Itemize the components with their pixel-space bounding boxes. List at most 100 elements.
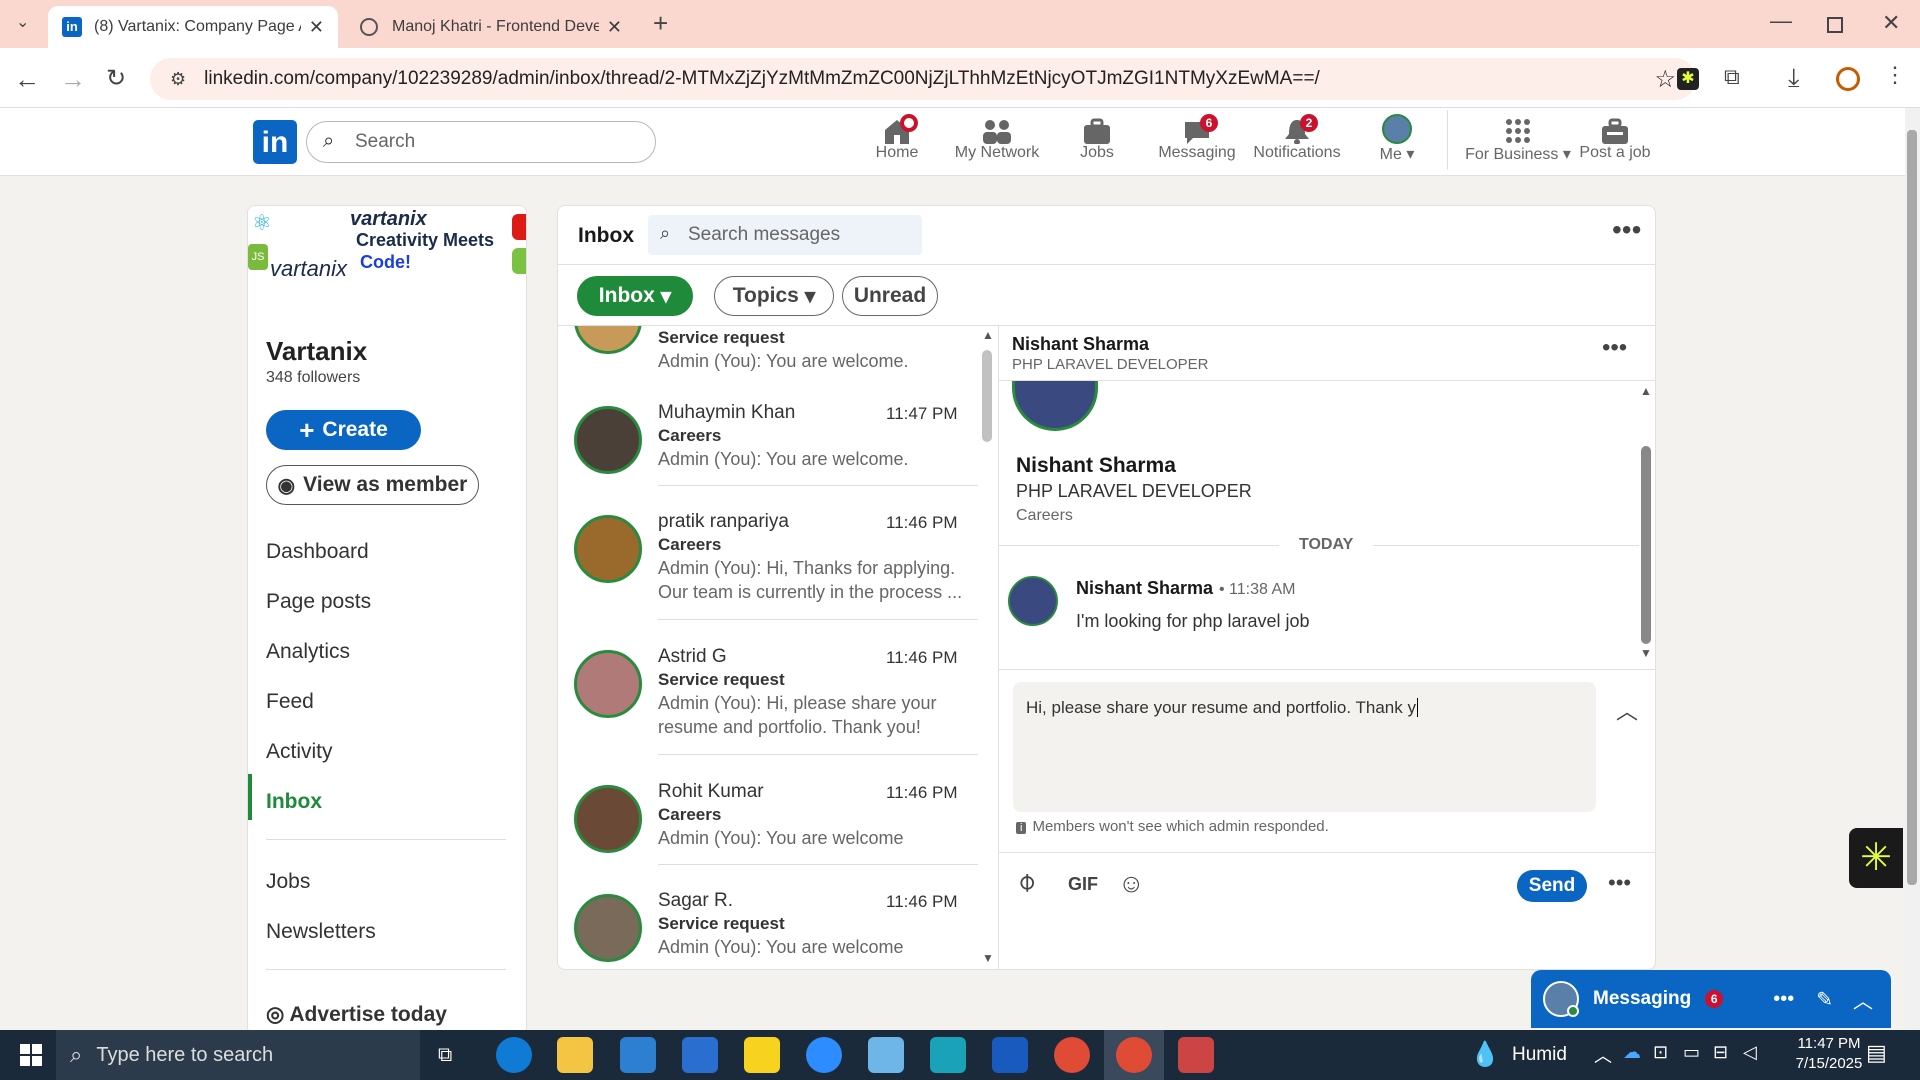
app-icon[interactable] <box>930 1037 966 1073</box>
nav-for-business[interactable]: For Business ▾ <box>1463 114 1573 164</box>
conversation-item[interactable]: Rohit Kumar 11:46 PM Careers Admin (You)… <box>558 781 978 895</box>
sender-avatar[interactable] <box>1008 576 1058 626</box>
sidebar-item-page-posts[interactable]: Page posts <box>266 590 371 614</box>
sidebar-item-activity[interactable]: Activity <box>266 740 333 764</box>
back-icon[interactable]: ← <box>14 64 40 95</box>
sidebar-item-inbox[interactable]: Inbox <box>266 790 322 814</box>
nav-home[interactable]: Home <box>847 114 947 162</box>
weather-icon[interactable]: 💧 <box>1470 1040 1500 1069</box>
compose-textarea[interactable]: Hi, please share your resume and portfol… <box>1013 682 1596 812</box>
sidebar-item-dashboard[interactable]: Dashboard <box>266 540 369 564</box>
sidebar-item-jobs[interactable]: Jobs <box>266 870 310 894</box>
close-tab-icon[interactable]: ✕ <box>607 17 622 38</box>
sidebar-item-analytics[interactable]: Analytics <box>266 640 350 664</box>
app-icon[interactable] <box>868 1037 904 1073</box>
filter-topics[interactable]: Topics ▾ <box>714 276 834 316</box>
mail-icon[interactable] <box>682 1037 718 1073</box>
more-options-icon[interactable]: ••• <box>1612 214 1641 246</box>
list-scrollbar[interactable] <box>982 350 992 442</box>
gif-button[interactable]: GIF <box>1068 874 1098 895</box>
send-button[interactable]: Send <box>1517 870 1587 902</box>
conversation-item[interactable]: Astrid G 11:46 PM Service request Admin … <box>558 646 978 785</box>
battery-icon[interactable]: ▭ <box>1683 1042 1700 1063</box>
conversation-item[interactable]: Sagar R. 11:46 PM Service request Admin … <box>558 890 978 969</box>
nav-post-job[interactable]: Post a job <box>1565 114 1665 162</box>
site-info-icon[interactable]: ⚙ <box>170 69 186 90</box>
nav-my-network[interactable]: My Network <box>947 114 1047 162</box>
close-tab-icon[interactable]: ✕ <box>309 17 324 38</box>
notification-center-icon[interactable]: ▤ <box>1866 1040 1887 1066</box>
windows-start-icon[interactable] <box>20 1044 42 1071</box>
nav-me[interactable]: Me ▾ <box>1347 114 1447 164</box>
scroll-down-icon[interactable]: ▼ <box>1640 646 1652 660</box>
more-options-icon[interactable]: ••• <box>1773 988 1794 1011</box>
chrome-icon[interactable] <box>1116 1037 1152 1073</box>
conversation-item[interactable]: pratik ranpariya 11:46 PM Careers Admin … <box>558 511 978 650</box>
maximize-icon[interactable] <box>1827 17 1843 33</box>
nav-notifications[interactable]: 2 Notifications <box>1247 114 1347 162</box>
extension-icon[interactable]: ✱ <box>1677 68 1699 90</box>
minimize-icon[interactable]: — <box>1770 8 1792 34</box>
weather-text[interactable]: Humid <box>1512 1044 1567 1066</box>
new-tab-icon[interactable]: + <box>653 8 668 39</box>
app-icon[interactable] <box>1178 1037 1214 1073</box>
tab-search-icon[interactable]: ⌄ <box>16 12 29 32</box>
network-icon[interactable]: ⊟ <box>1713 1042 1728 1063</box>
scroll-up-icon[interactable]: ▲ <box>982 328 994 342</box>
reload-icon[interactable]: ↻ <box>106 64 126 93</box>
volume-icon[interactable]: ◁ <box>1743 1042 1757 1063</box>
filter-unread[interactable]: Unread <box>842 276 938 316</box>
chrome-icon[interactable] <box>1054 1037 1090 1073</box>
thread-more-icon[interactable]: ••• <box>1602 334 1627 362</box>
emoji-icon[interactable]: ☺ <box>1118 868 1145 899</box>
scroll-up-icon[interactable]: ▲ <box>1640 384 1652 398</box>
global-search-input[interactable]: ⌕ Search <box>306 121 656 163</box>
close-window-icon[interactable]: ✕ <box>1882 10 1900 36</box>
edge-icon[interactable] <box>496 1037 532 1073</box>
sidebar-item-newsletters[interactable]: Newsletters <box>266 920 376 944</box>
taskbar-search[interactable]: ⌕ Type here to search <box>56 1030 420 1080</box>
message-sender[interactable]: Nishant Sharma <box>1076 578 1213 599</box>
profile-icon[interactable] <box>1836 67 1860 91</box>
sidebar-item-feed[interactable]: Feed <box>266 690 314 714</box>
filter-inbox[interactable]: Inbox ▾ <box>577 276 693 316</box>
attachment-icon[interactable]: ⌀ <box>1009 865 1042 898</box>
bookmark-star-icon[interactable]: ☆ <box>1654 65 1676 94</box>
assistant-widget-icon[interactable]: ✳ <box>1849 828 1903 888</box>
browser-menu-icon[interactable]: ⋮ <box>1884 62 1906 88</box>
scroll-down-icon[interactable]: ▼ <box>982 951 994 965</box>
conversation-item[interactable]: Service request Admin (You): You are wel… <box>558 326 978 381</box>
tray-app-icon[interactable]: ⊡ <box>1653 1042 1668 1063</box>
extensions-puzzle-icon[interactable]: ⧉ <box>1724 64 1740 90</box>
messaging-dock[interactable]: Messaging 6 ••• ✎ ︿ <box>1531 970 1891 1028</box>
expand-chevron-icon[interactable]: ︿ <box>1616 694 1638 726</box>
download-icon[interactable]: ⤓ <box>1788 62 1800 94</box>
nav-jobs[interactable]: Jobs <box>1047 114 1147 162</box>
url-field[interactable]: ⚙ linkedin.com/company/102239289/admin/i… <box>150 58 1696 100</box>
compose-icon[interactable]: ✎ <box>1816 987 1833 1012</box>
linkedin-logo[interactable]: in <box>253 120 297 164</box>
tray-chevron-icon[interactable]: ︿ <box>1594 1042 1612 1068</box>
page-scrollbar-thumb[interactable] <box>1907 130 1917 885</box>
sticky-notes-icon[interactable] <box>744 1037 780 1073</box>
browser-tab[interactable]: Manoj Khatri - Frontend Develo ✕ <box>346 6 636 48</box>
thread-header-name[interactable]: Nishant Sharma <box>1012 334 1149 355</box>
zoom-icon[interactable] <box>806 1037 842 1073</box>
company-name[interactable]: Vartanix <box>266 336 367 367</box>
message-search-input[interactable]: ⌕ Search messages <box>648 215 922 255</box>
file-explorer-icon[interactable] <box>557 1037 593 1073</box>
browser-tab-active[interactable]: in (8) Vartanix: Company Page Ad ✕ <box>48 6 338 48</box>
thread-scrollbar[interactable] <box>1641 446 1651 644</box>
store-icon[interactable] <box>620 1037 656 1073</box>
chevron-up-icon[interactable]: ︿ <box>1853 985 1873 1014</box>
view-as-member-button[interactable]: ◉ View as member <box>266 465 479 505</box>
advertise-link[interactable]: ◎ Advertise today <box>266 1002 447 1027</box>
conversation-item[interactable]: Muhaymin Khan 11:47 PM Careers Admin (Yo… <box>558 402 978 516</box>
nav-messaging[interactable]: 6 Messaging <box>1147 114 1247 162</box>
task-view-icon[interactable]: ⧉ <box>438 1044 452 1067</box>
word-icon[interactable] <box>992 1037 1028 1073</box>
create-button[interactable]: + Create <box>266 410 421 450</box>
send-options-icon[interactable]: ••• <box>1608 870 1631 896</box>
clock[interactable]: 11:47 PM 7/15/2025 <box>1784 1035 1874 1072</box>
profile-name[interactable]: Nishant Sharma <box>1016 454 1176 478</box>
